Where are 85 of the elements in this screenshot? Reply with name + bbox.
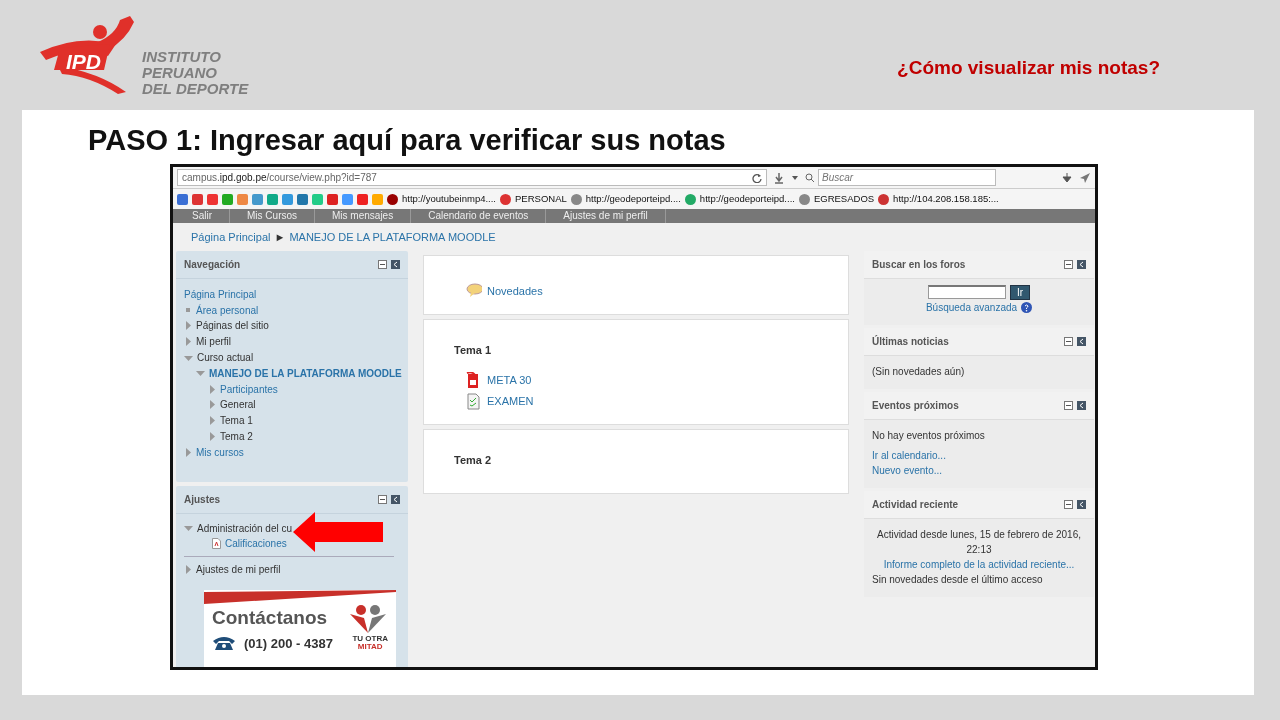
- help-icon[interactable]: [1021, 301, 1033, 313]
- block-controls-icon[interactable]: [1064, 399, 1086, 411]
- logo-text: DEL DEPORTE: [142, 81, 249, 97]
- arrow-icon: [293, 512, 383, 552]
- block-text: Sin novedades desde el último acceso: [872, 572, 1044, 587]
- caret-icon[interactable]: [791, 173, 799, 182]
- address-bar[interactable]: campus.ipd.gob.pe/course/view.php?id=787: [177, 169, 767, 186]
- block-title: Ajustes: [184, 493, 221, 508]
- download-icon[interactable]: [1061, 171, 1073, 184]
- activity-link[interactable]: Novedades: [487, 282, 543, 300]
- favicon-icon[interactable]: [387, 193, 398, 205]
- banner-tagline: TU OTRA: [352, 635, 388, 644]
- block-controls-icon[interactable]: [1064, 335, 1086, 347]
- phone-number: (01) 200 - 4387: [244, 634, 333, 653]
- block-link[interactable]: Informe completo de la actividad reciente...: [872, 556, 1086, 572]
- nav-text: Mi perfil: [196, 335, 231, 350]
- nav-text: Tema 2: [220, 430, 253, 445]
- logo-text: IPD: [66, 49, 101, 75]
- favicon-icon[interactable]: [327, 193, 338, 205]
- nav-link[interactable]: Mis cursos: [196, 444, 244, 460]
- block-text: Actividad desde lunes, 15 de febrero de 2016, 22:13: [875, 527, 1082, 557]
- bookmark-link[interactable]: http://geodeporteipd....: [699, 191, 795, 207]
- file-icon: [212, 538, 221, 550]
- favicon-icon[interactable]: [357, 193, 368, 205]
- nav-link[interactable]: Participantes: [220, 381, 278, 397]
- nav-text: Curso actual: [197, 351, 254, 366]
- block-title: Actividad reciente: [872, 497, 959, 512]
- checklist-icon: [466, 393, 482, 410]
- advanced-search-link[interactable]: Búsqueda avanzada: [925, 299, 1018, 315]
- download-icon[interactable]: [773, 171, 785, 184]
- block-title: Navegación: [184, 257, 241, 272]
- send-icon[interactable]: [1079, 171, 1091, 184]
- block-link[interactable]: Ir al calendario...: [872, 447, 1086, 463]
- favicon-icon[interactable]: [207, 193, 218, 205]
- block-link[interactable]: Nuevo evento...: [872, 462, 1086, 478]
- block-text: (Sin novedades aún): [872, 364, 966, 379]
- nav-text: Administración del cu: [197, 521, 293, 536]
- nav-text: Ajustes de mi perfil: [196, 563, 281, 578]
- block-controls-icon[interactable]: [378, 494, 400, 506]
- breadcrumb-link[interactable]: MANEJO DE LA PLATAFORMA MOODLE: [289, 229, 496, 246]
- bookmark-link[interactable]: http://geodeporteipd....: [585, 191, 681, 207]
- breadcrumb-separator: ►: [274, 230, 286, 245]
- slide-title: PASO 1: Ingresar aquí para verificar sus notas: [88, 123, 727, 158]
- section-title: Tema 2: [454, 453, 493, 468]
- block-controls-icon[interactable]: [1064, 258, 1086, 270]
- bookmark-link[interactable]: PERSONAL: [515, 191, 567, 207]
- favicon-icon[interactable]: [177, 193, 188, 205]
- block-title: Buscar en los foros: [872, 257, 966, 272]
- nav-text: General: [220, 398, 256, 413]
- nav-link[interactable]: Página Principal: [184, 286, 257, 302]
- block-title: Últimas noticias: [872, 334, 949, 349]
- url-text: campus.ipd.gob.pe/course/view.php?id=787: [182, 171, 377, 185]
- nav-text: Páginas del sitio: [196, 319, 269, 334]
- slide-subtitle: ¿Cómo visualizar mis notas?: [897, 56, 1160, 80]
- people-icon: [348, 603, 388, 634]
- logo-text: PERUANO: [142, 65, 218, 81]
- bookmark-link[interactable]: http://youtubeinmp4....: [402, 191, 496, 207]
- section-title: Tema 1: [454, 342, 493, 358]
- activity-link[interactable]: EXAMEN: [487, 393, 534, 410]
- banner-title: Contáctanos: [212, 605, 328, 630]
- nav-link[interactable]: Calificaciones: [225, 536, 287, 552]
- block-controls-icon[interactable]: [1064, 498, 1086, 510]
- search-icon: [805, 172, 815, 183]
- go-button[interactable]: Ir: [1009, 284, 1031, 300]
- nav-link[interactable]: MANEJO DE LA PLATAFORMA MOODLE: [209, 365, 402, 381]
- search-field[interactable]: Buscar: [818, 169, 996, 186]
- block-title: Eventos próximos: [872, 398, 959, 413]
- favicon-icon[interactable]: [878, 193, 890, 205]
- reload-icon[interactable]: [752, 172, 762, 183]
- logo-text: INSTITUTO: [142, 49, 222, 65]
- favicon-icon[interactable]: [500, 193, 511, 205]
- banner-tagline: MITAD: [356, 643, 384, 652]
- block-controls-icon[interactable]: [378, 258, 400, 270]
- block-text: No hay eventos próximos: [872, 428, 986, 443]
- breadcrumb-link[interactable]: Página Principal: [191, 229, 271, 246]
- activity-link[interactable]: META 30: [487, 372, 532, 389]
- favicon-icon[interactable]: [297, 193, 308, 205]
- nav-text: Tema 1: [220, 414, 253, 429]
- favicon-icon[interactable]: [192, 193, 203, 205]
- bookmark-link[interactable]: EGRESADOS: [813, 191, 875, 207]
- nav-link[interactable]: Área personal: [196, 302, 259, 318]
- bookmark-link[interactable]: http://104.208.158.185:...: [893, 191, 999, 207]
- speech-bubble-icon: [466, 282, 482, 300]
- phone-icon: [212, 635, 236, 652]
- search-field[interactable]: [927, 284, 1006, 299]
